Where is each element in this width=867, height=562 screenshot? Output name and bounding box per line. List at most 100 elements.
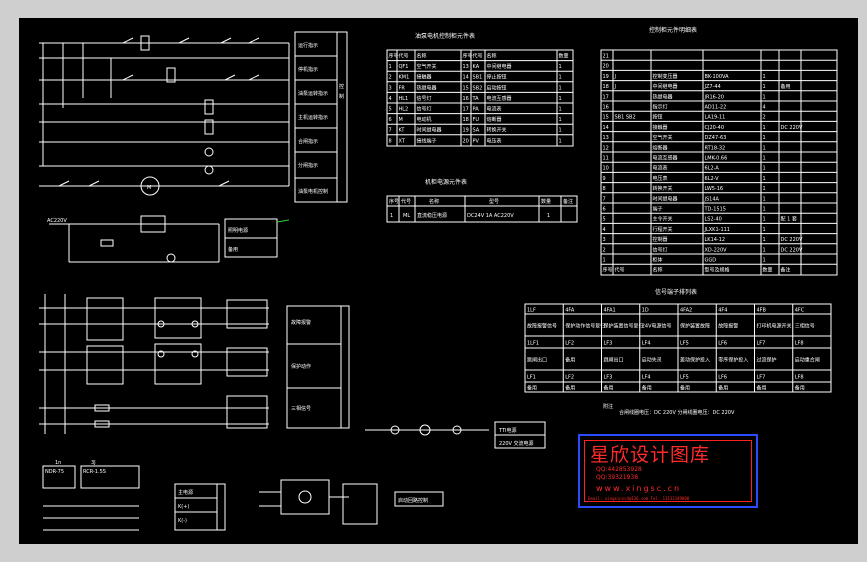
mid-left-circuit: 照明电源 备用 AC220V — [47, 215, 290, 263]
t3-cell: 1 — [763, 227, 766, 233]
t4-cell: 备用 — [527, 385, 537, 392]
t4-cell: 零序保护投入 — [718, 357, 748, 364]
t1-cell: 1 — [389, 64, 392, 70]
stamp-email: Email: xingxinscd@126.com Tel: 131331498… — [588, 496, 690, 501]
t3-cell: 端子 — [653, 206, 663, 213]
t1-cell: HL1 — [399, 96, 409, 102]
t1-cell: 1 — [559, 85, 562, 91]
label-stop: 停机指示 — [298, 66, 318, 73]
t1-cell: 数量 — [559, 53, 569, 60]
t1-cell: HL2 — [399, 107, 409, 113]
t3-cell: 18 — [603, 84, 609, 90]
t1-cell: 名称 — [487, 53, 497, 60]
t3-cell: 数量 — [763, 267, 773, 274]
t4-cell: LF8 — [795, 341, 804, 347]
t2-r1: ML — [403, 213, 410, 219]
t2-h0: 序号 — [389, 198, 399, 205]
t3-cell: 1 — [763, 94, 766, 100]
label-open: 分闸指示 — [298, 162, 318, 169]
t1-cell: PA — [473, 107, 480, 113]
logic-model-2: RCR-1.5S — [83, 469, 106, 475]
t3-cell: 3 — [603, 237, 606, 243]
t3-cell: 名称 — [653, 267, 663, 274]
t1-cell: 电压表 — [487, 137, 502, 144]
t3-cell: JS14A — [704, 196, 720, 202]
mid-label-ac: AC220V — [47, 218, 67, 224]
t4-cell: 故障报警 — [718, 323, 738, 330]
t3-cell: 序号 — [603, 267, 613, 274]
t3-cell: 熔断器 — [653, 144, 668, 151]
relay-circuit: 故障报警 保护动作 三相信号 — [39, 294, 350, 434]
label-run: 运行指示 — [298, 42, 318, 49]
t1-cell: 空气开关 — [417, 63, 437, 70]
t3-cell: RT18-32 — [705, 145, 726, 151]
top-left-circuit: M 运行指示 停机指示 油泵运转指示 主机运转指示 合闸指示 分闸指示 油泵电机… — [39, 31, 348, 203]
t1-cell: 1 — [559, 64, 562, 70]
t1-cell: 17 — [463, 107, 469, 113]
t1-cell: KM1 — [399, 75, 410, 81]
t4-cell: LF6 — [718, 375, 727, 381]
t3-cell: 5 — [603, 217, 606, 223]
t4-cell: 保护动作信号复归 — [565, 323, 605, 330]
t1-cell: 14 — [463, 75, 469, 81]
t3-cell: 10 — [603, 166, 609, 172]
table-3: 控制柜元件明细表 212019 J 控制变压器 BK-100VA 118 J 中间继电器 JZ… — [600, 26, 838, 276]
table-1: 油泵电机控制柜元件表 序号 代号 名称 序号 代号 名称 数量1 QF1 空气开关 13 KA 中间继… — [386, 32, 574, 147]
t1-cell: 序号 — [463, 53, 473, 60]
t3-cell: 2 — [603, 247, 606, 253]
t2-r4: 1 — [547, 213, 550, 219]
t4-cell: LF3 — [604, 375, 613, 381]
logic-1n: 1n — [55, 460, 61, 466]
svg-text:M: M — [147, 185, 151, 191]
t1-cell: 名称 — [417, 53, 427, 60]
cad-viewport: M 运行指示 停机指示 油泵运转指示 主机运转指示 合闸指示 分闸指示 油泵电机… — [0, 0, 867, 562]
t3-cell: 按钮 — [653, 114, 663, 121]
ul-label-1: 主电源 — [178, 489, 193, 496]
t3-cell: 电流表 — [653, 165, 668, 172]
t4-cell: LF5 — [680, 375, 689, 381]
t4-cell: 跳闸出口 — [527, 357, 547, 364]
notes-title: 附注 — [603, 403, 613, 410]
t4-cell: LF4 — [642, 341, 651, 347]
t3-cell: AD11-22 — [705, 105, 727, 111]
relay-label-1: 故障报警 — [291, 319, 311, 326]
t3-cell: 1 — [763, 125, 766, 131]
t4-cell: 4FB — [757, 308, 767, 314]
table-4: 信号端子排列表 1LF 4FA 4FA1 1D 4FA2 4F4 4FB 4FC 故障报警信号 保… — [524, 288, 832, 416]
drawing-canvas[interactable]: M 运行指示 停机指示 油泵运转指示 主机运转指示 合闸指示 分闸指示 油泵电机… — [19, 18, 858, 544]
t3-cell: 电压表 — [653, 175, 668, 182]
t1-cell: 1 — [559, 96, 562, 102]
t1-cell: 5 — [389, 107, 392, 113]
t3-cell: 4 — [763, 105, 766, 111]
table-3-title: 控制柜元件明细表 — [649, 26, 697, 34]
t1-cell: 时间继电器 — [417, 127, 442, 134]
t3-cell: 1 — [763, 258, 766, 264]
t2-r2: 直流稳压电源 — [417, 212, 447, 219]
t3-cell: LMK-0.66 — [705, 156, 728, 162]
t1-cell: 转换开关 — [487, 127, 507, 134]
t3-cell: 7 — [603, 196, 606, 202]
t3-cell: 1 — [763, 217, 766, 223]
t4-cell: LF2 — [565, 375, 574, 381]
t3-cell: DC 220V — [781, 247, 803, 253]
t1-cell: 2 — [389, 75, 392, 81]
t4-cell: 启动失灵 — [642, 357, 662, 364]
t1-cell: QF1 — [399, 64, 409, 70]
t1-cell: 接线端子 — [417, 137, 437, 144]
t4-cell: LF6 — [718, 341, 727, 347]
t3-cell: 接触器 — [653, 124, 668, 131]
t3-cell: 代号 — [615, 267, 625, 274]
label-side: 控 — [339, 83, 344, 90]
t1-cell: 电流互感器 — [487, 95, 512, 102]
t3-cell: SB1 SB2 — [615, 115, 636, 121]
t4-cell: 备用 — [680, 385, 690, 392]
t4-cell: 4FA — [565, 308, 575, 314]
t3-cell: CJ20-40 — [705, 125, 725, 131]
t3-cell: DZ47-63 — [705, 135, 727, 141]
t3-cell: 20 — [603, 64, 609, 70]
t3-cell: JR16-20 — [704, 94, 724, 100]
t3-cell: 8 — [603, 186, 606, 192]
t2-h2: 名称 — [429, 198, 439, 205]
t3-cell: 主令开关 — [653, 216, 673, 223]
stamp-title: 星欣设计图库 — [590, 444, 711, 466]
